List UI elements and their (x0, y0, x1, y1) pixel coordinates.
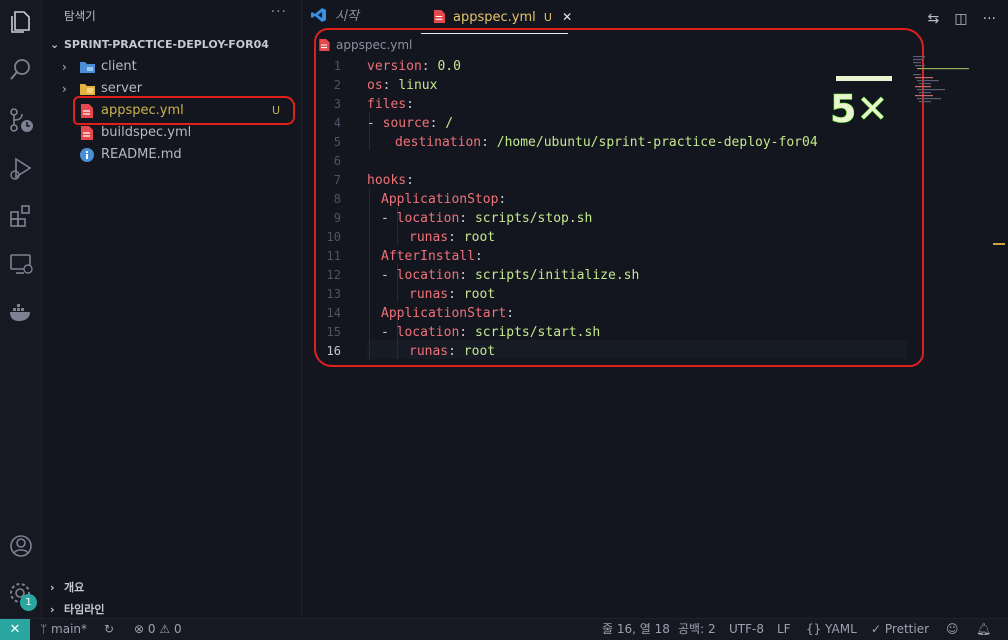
remote-explorer-icon[interactable] (7, 250, 35, 278)
language-mode[interactable]: {} YAML (806, 619, 857, 640)
end-of-line[interactable]: LF (777, 619, 791, 640)
chevron-right-icon: › (50, 603, 55, 616)
run-debug-icon[interactable] (7, 154, 35, 182)
code-editor[interactable]: appspec.yml 1 version: 0.0 2 os: linux 3 file… (303, 28, 1008, 618)
minimap[interactable] (913, 54, 973, 134)
notifications-bell-icon[interactable]: 🔔︎ (976, 619, 991, 640)
problems-indicator[interactable]: ⊗ 0 ⚠ 0 (134, 619, 182, 640)
chevron-right-icon: › (62, 82, 67, 96)
encoding[interactable]: UTF-8 (729, 619, 764, 640)
branch-indicator[interactable]: ᛘ main* (40, 619, 87, 640)
indentation[interactable]: 공백: 2 (678, 619, 716, 640)
activity-bar: 1 (0, 0, 42, 618)
account-icon[interactable] (7, 532, 35, 560)
branch-icon: ᛘ (40, 622, 48, 636)
docker-icon[interactable] (7, 298, 35, 326)
warning-icon: ⚠ (159, 622, 171, 636)
timeline-section[interactable]: › 타임라인 (50, 601, 104, 617)
annotation-mark: 5✕ (830, 76, 892, 131)
vscode-logo-icon (311, 8, 326, 22)
outline-section[interactable]: › 개요 (50, 579, 84, 595)
explorer-sidebar: 탐색기 ··· ⌄ SPRINT-PRACTICE-DEPLOY-FOR04 › … (42, 0, 302, 618)
info-icon (80, 148, 94, 162)
explorer-title: 탐색기 (64, 9, 96, 23)
tree-item-buildspec[interactable]: buildspec.yml (42, 122, 300, 144)
yaml-file-icon (433, 10, 445, 23)
tree-item-client[interactable]: › client (42, 56, 300, 78)
yaml-file-icon (81, 126, 93, 140)
more-actions-button[interactable]: ··· (271, 4, 287, 20)
settings-badge: 1 (20, 594, 37, 611)
scrollbar-marker (993, 243, 1005, 245)
source-control-icon[interactable] (7, 106, 35, 134)
project-name: SPRINT-PRACTICE-DEPLOY-FOR04 (64, 38, 269, 51)
folder-server-icon (80, 84, 95, 95)
chevron-down-icon: ⌄ (50, 38, 60, 51)
split-editor-icon[interactable]: ◫ (954, 11, 967, 27)
more-actions-icon[interactable]: ··· (983, 11, 996, 27)
braces-icon: {} (806, 622, 822, 636)
status-bar: ✕ ᛘ main* ↻ ⊗ 0 ⚠ 0 줄 16, 열 18 공백: 2 UTF… (0, 618, 1008, 640)
compare-changes-icon[interactable]: ⇆ (927, 11, 939, 27)
annotation-text: 5✕ (830, 87, 888, 131)
error-icon: ⊗ (134, 622, 145, 636)
feedback-icon[interactable]: ☺ (946, 619, 959, 640)
search-icon[interactable] (7, 56, 35, 84)
tree-item-readme[interactable]: README.md (42, 144, 300, 166)
cursor-position[interactable]: 줄 16, 열 18 (602, 619, 670, 640)
vscode-window: 1 탐색기 ··· ⌄ SPRINT-PRACTICE-DEPLOY-FOR04 … (0, 0, 1008, 640)
explorer-icon[interactable] (7, 8, 35, 36)
editor-actions: ⇆ ◫ ··· (917, 8, 996, 27)
close-tab-icon[interactable]: ✕ (562, 10, 572, 24)
chevron-right-icon: › (50, 581, 55, 594)
check-icon: ✓ (871, 622, 882, 636)
tab-git-status: U (543, 11, 552, 24)
annotation-circle-file (73, 96, 295, 125)
chevron-right-icon: › (62, 60, 67, 74)
folder-client-icon (80, 62, 95, 73)
prettier-status[interactable]: ✓ Prettier (871, 619, 929, 640)
remote-indicator-icon[interactable]: ✕ (0, 619, 30, 640)
sync-icon[interactable]: ↻ (104, 619, 114, 640)
project-folder-header[interactable]: ⌄ SPRINT-PRACTICE-DEPLOY-FOR04 (50, 38, 269, 51)
extensions-icon[interactable] (7, 202, 35, 230)
